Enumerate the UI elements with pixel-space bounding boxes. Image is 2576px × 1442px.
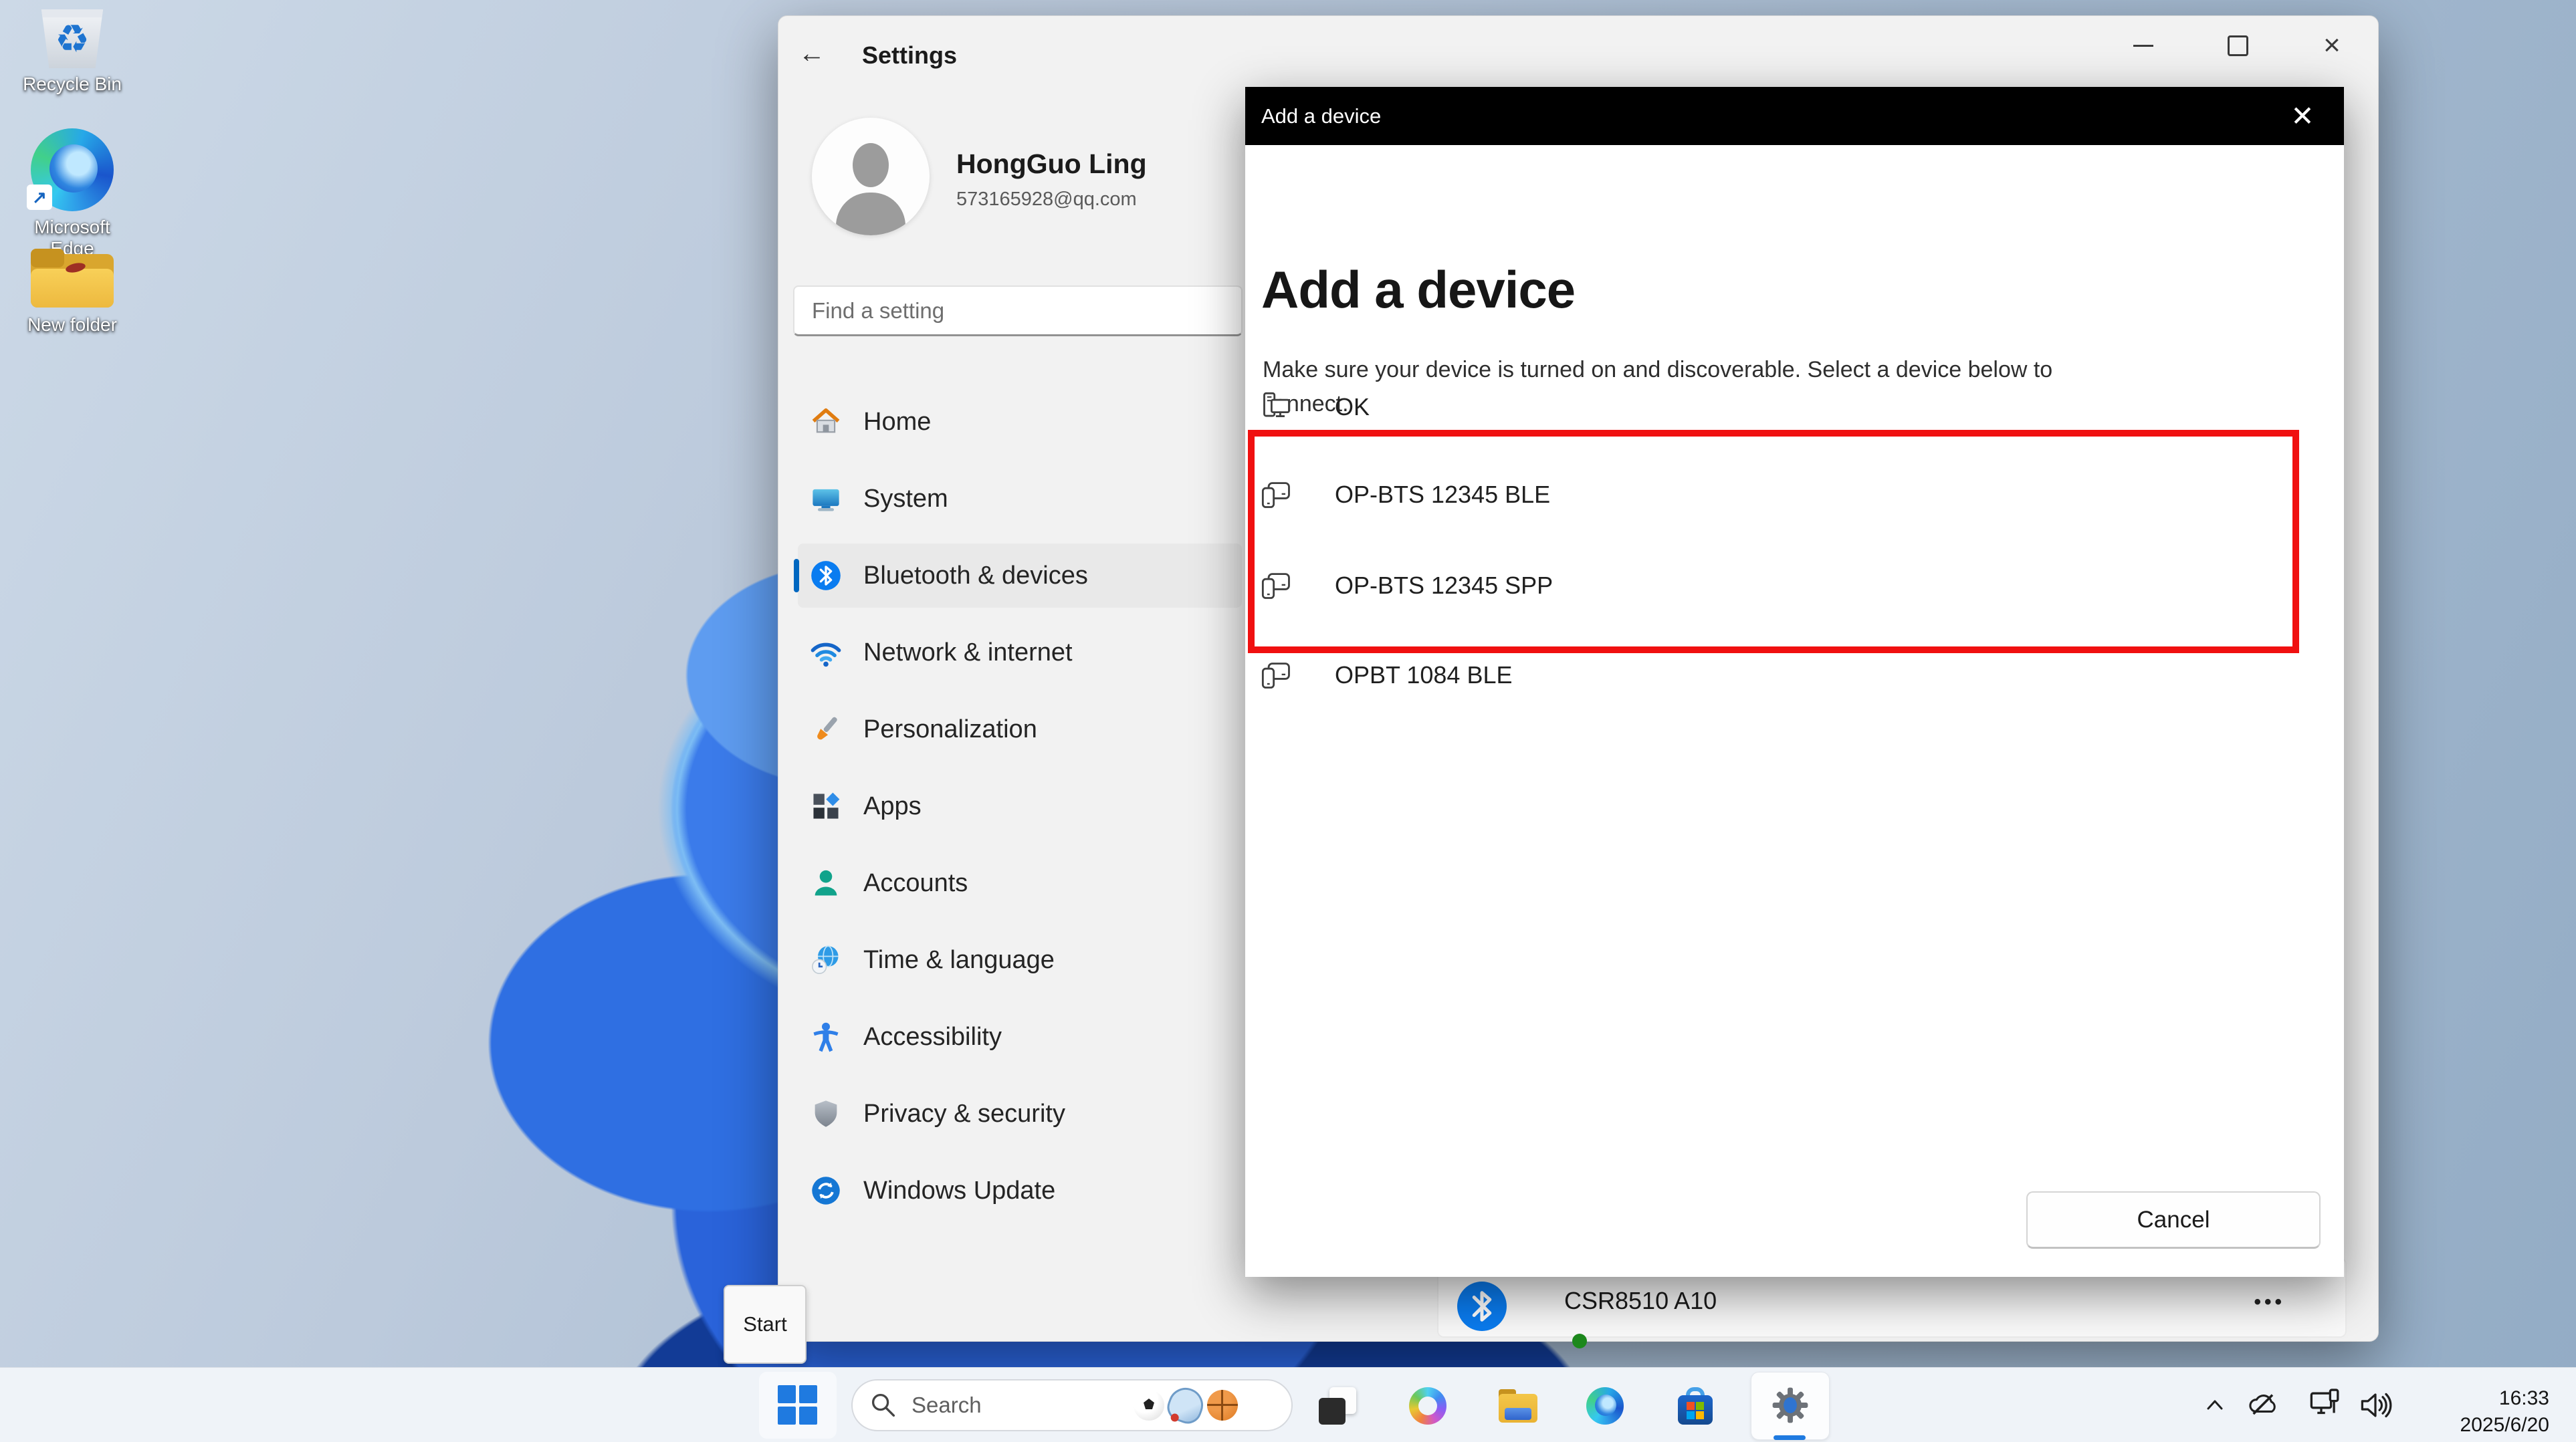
selected-indicator bbox=[794, 559, 799, 592]
device-row-op-bts-spp[interactable]: OP-BTS 12345 SPP bbox=[1245, 549, 2288, 622]
cancel-button[interactable]: Cancel bbox=[2026, 1191, 2321, 1249]
sidebar-item-time-language[interactable]: Time & language bbox=[798, 928, 1242, 992]
minimize-button[interactable] bbox=[2113, 17, 2174, 74]
status-dot bbox=[1572, 1334, 1587, 1348]
onedrive-tray-button[interactable] bbox=[2244, 1385, 2284, 1425]
phone-tablet-icon bbox=[1260, 569, 1293, 602]
tray-chevron-button[interactable] bbox=[2195, 1385, 2235, 1425]
taskbar-search-input[interactable] bbox=[910, 1392, 1134, 1419]
window-title: Settings bbox=[862, 41, 957, 70]
desktop-icon-recycle-bin[interactable]: ♻ Recycle Bin bbox=[13, 9, 131, 95]
chevron-up-icon bbox=[2202, 1392, 2228, 1419]
shield-icon bbox=[810, 1098, 842, 1130]
display-device-tray-button[interactable] bbox=[2306, 1385, 2346, 1425]
update-icon bbox=[810, 1175, 842, 1207]
phone-tablet-icon bbox=[1260, 658, 1293, 692]
paintbrush-icon bbox=[810, 713, 842, 745]
volume-tray-button[interactable] bbox=[2355, 1385, 2395, 1425]
globe-clock-icon bbox=[810, 944, 842, 976]
screen: ♻ Recycle Bin ↗ Microsoft Edge New folde… bbox=[0, 0, 2576, 1442]
more-options-button[interactable]: ••• bbox=[2254, 1291, 2285, 1314]
sidebar-item-home[interactable]: Home bbox=[798, 390, 1242, 454]
system-icon bbox=[810, 483, 842, 515]
badminton-icon bbox=[1164, 1383, 1208, 1428]
apps-icon bbox=[810, 790, 842, 822]
windows-logo-icon bbox=[778, 1385, 818, 1425]
cloud-offline-icon bbox=[2246, 1388, 2281, 1423]
dialog-titlebar-title: Add a device bbox=[1261, 104, 1381, 128]
close-button[interactable]: × bbox=[2301, 17, 2363, 74]
device-row-opbt-ble[interactable]: OPBT 1084 BLE bbox=[1245, 638, 2288, 712]
account-email: 573165928@qq.com bbox=[956, 189, 1137, 211]
search-icon bbox=[869, 1391, 898, 1420]
monitor-plug-icon bbox=[2307, 1387, 2345, 1424]
person-icon bbox=[810, 867, 842, 899]
avatar bbox=[812, 118, 930, 235]
sidebar-item-bluetooth-devices[interactable]: Bluetooth & devices bbox=[798, 544, 1242, 608]
start-tooltip: Start bbox=[724, 1285, 807, 1364]
sidebar-item-accessibility[interactable]: Accessibility bbox=[798, 1005, 1242, 1069]
find-a-setting-box bbox=[793, 285, 1243, 336]
tray-time: 16:33 bbox=[2460, 1385, 2549, 1412]
sidebar-item-personalization[interactable]: Personalization bbox=[798, 697, 1242, 761]
desktop-icon-label: New folder bbox=[13, 314, 131, 336]
tray-date: 2025/6/20 bbox=[2460, 1412, 2549, 1439]
device-row-op-bts-ble[interactable]: OP-BTS 12345 BLE bbox=[1245, 458, 2288, 531]
settings-app-button[interactable] bbox=[1751, 1372, 1830, 1440]
add-device-dialog: Add a device ✕ Add a device Make sure yo… bbox=[1245, 87, 2344, 1277]
sidebar-item-system[interactable]: System bbox=[798, 467, 1242, 531]
sidebar-item-windows-update[interactable]: Windows Update bbox=[798, 1159, 1242, 1223]
bluetooth-icon bbox=[810, 560, 842, 592]
sidebar-item-apps[interactable]: Apps bbox=[798, 774, 1242, 838]
start-button[interactable] bbox=[759, 1372, 837, 1439]
tray-clock[interactable]: 16:33 2025/6/20 bbox=[2460, 1385, 2549, 1439]
taskbar: 16:33 2025/6/20 bbox=[0, 1367, 2576, 1442]
paired-device-name: CSR8510 A10 bbox=[1564, 1287, 1717, 1315]
file-explorer-icon bbox=[1499, 1389, 1537, 1423]
phone-tablet-icon bbox=[1260, 478, 1293, 511]
dialog-close-button[interactable]: ✕ bbox=[2276, 87, 2329, 145]
back-button[interactable]: ← bbox=[798, 39, 825, 69]
dialog-heading: Add a device bbox=[1261, 259, 1575, 320]
active-app-indicator bbox=[1774, 1435, 1806, 1440]
edge-button[interactable] bbox=[1570, 1377, 1640, 1435]
account-name: HongGuo Ling bbox=[956, 148, 1147, 180]
file-explorer-button[interactable] bbox=[1483, 1377, 1553, 1435]
shortcut-arrow-icon: ↗ bbox=[27, 185, 52, 210]
dialog-titlebar: Add a device bbox=[1245, 87, 2344, 145]
minimize-icon bbox=[2133, 45, 2153, 47]
soccer-ball-icon bbox=[1134, 1390, 1164, 1421]
desktop-icon-microsoft-edge[interactable]: ↗ Microsoft Edge bbox=[13, 128, 131, 259]
wifi-icon bbox=[810, 636, 842, 669]
store-button[interactable] bbox=[1660, 1377, 1730, 1435]
edge-icon: ↗ bbox=[31, 128, 114, 211]
task-view-icon bbox=[1319, 1387, 1356, 1425]
maximize-icon bbox=[2228, 35, 2248, 56]
close-icon: × bbox=[2323, 31, 2341, 60]
edge-icon bbox=[1586, 1387, 1624, 1425]
sidebar-item-network-internet[interactable]: Network & internet bbox=[798, 620, 1242, 685]
desktop-icon-new-folder[interactable]: New folder bbox=[13, 249, 131, 336]
copilot-button[interactable] bbox=[1393, 1377, 1463, 1435]
store-icon bbox=[1678, 1387, 1713, 1425]
sidebar-item-accounts[interactable]: Accounts bbox=[798, 851, 1242, 915]
home-icon bbox=[810, 406, 842, 438]
bluetooth-device-icon bbox=[1457, 1282, 1507, 1331]
sidebar-item-privacy-security[interactable]: Privacy & security bbox=[798, 1082, 1242, 1146]
speaker-icon bbox=[2357, 1387, 2393, 1423]
recycle-bin-icon: ♻ bbox=[40, 9, 104, 68]
task-view-button[interactable] bbox=[1303, 1377, 1372, 1435]
basketball-icon bbox=[1207, 1390, 1238, 1421]
desktop-icon-label: Recycle Bin bbox=[13, 74, 131, 95]
gear-icon bbox=[1771, 1386, 1810, 1425]
copilot-icon bbox=[1409, 1387, 1446, 1425]
pc-monitor-icon bbox=[1260, 390, 1293, 424]
taskbar-search[interactable] bbox=[851, 1379, 1293, 1431]
maximize-button[interactable] bbox=[2207, 17, 2268, 74]
find-a-setting-input[interactable] bbox=[794, 287, 1223, 334]
folder-icon bbox=[31, 249, 114, 309]
accessibility-icon bbox=[810, 1021, 842, 1053]
